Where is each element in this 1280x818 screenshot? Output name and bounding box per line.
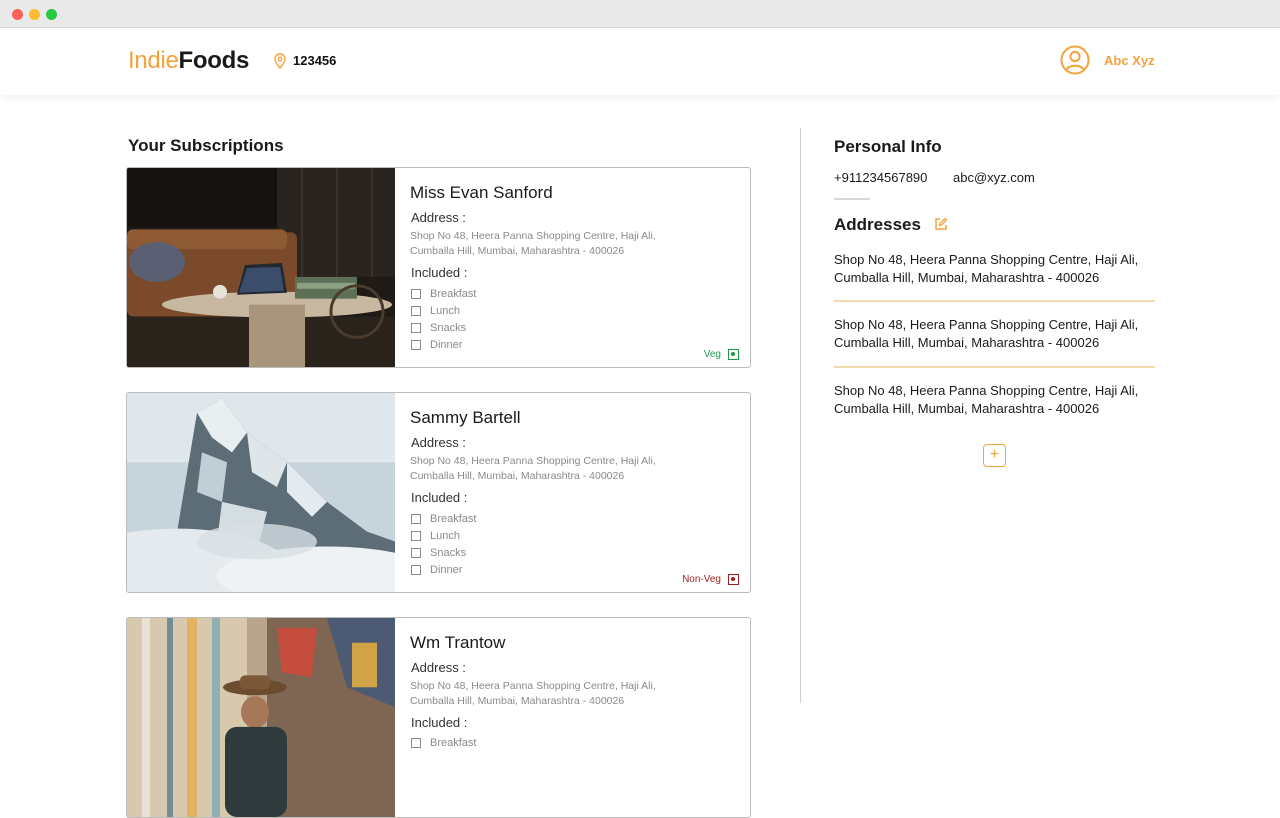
included-label: Included : (411, 490, 468, 505)
diet-badge: Non-Veg (682, 574, 739, 585)
checkbox[interactable] (411, 289, 421, 299)
meal-option-dinner[interactable]: Dinner (411, 339, 462, 351)
checkbox[interactable] (411, 531, 421, 541)
checkbox[interactable] (411, 340, 421, 350)
add-address-button[interactable]: + (983, 444, 1006, 467)
addresses-heading: Addresses (834, 215, 921, 234)
email-address: abc@xyz.com (953, 170, 1035, 185)
subscription-address: Shop No 48, Heera Panna Shopping Centre,… (410, 680, 656, 707)
checkbox[interactable] (411, 306, 421, 316)
subscription-address: Shop No 48, Heera Panna Shopping Centre,… (410, 455, 656, 482)
maximize-window-button[interactable] (46, 9, 57, 20)
meal-option-breakfast[interactable]: Breakfast (411, 288, 476, 300)
checkbox[interactable] (411, 565, 421, 575)
subscription-card[interactable]: Sammy Bartell Address : Shop No 48, Heer… (126, 392, 751, 593)
user-name-link[interactable]: Abc Xyz (1104, 53, 1155, 68)
checkbox[interactable] (411, 323, 421, 333)
subscriptions-heading: Your Subscriptions (128, 136, 284, 155)
saved-address-item[interactable]: Shop No 48, Heera Panna Shopping Centre,… (834, 251, 1156, 287)
meal-option-lunch[interactable]: Lunch (411, 305, 460, 317)
minimize-window-button[interactable] (29, 9, 40, 20)
checkbox[interactable] (411, 548, 421, 558)
user-avatar-icon[interactable] (1060, 45, 1090, 75)
subscription-image-market (127, 618, 395, 817)
non-veg-symbol-icon (728, 574, 739, 585)
vertical-divider (800, 128, 801, 703)
subscriber-name: Sammy Bartell (410, 408, 521, 427)
saved-address-item[interactable]: Shop No 48, Heera Panna Shopping Centre,… (834, 382, 1156, 418)
included-label: Included : (411, 715, 468, 730)
veg-symbol-icon (728, 349, 739, 360)
meal-option-lunch[interactable]: Lunch (411, 530, 460, 542)
included-label: Included : (411, 265, 468, 280)
location-pin-icon (274, 53, 286, 69)
address-label: Address : (411, 210, 466, 225)
meal-option-breakfast[interactable]: Breakfast (411, 737, 476, 749)
saved-address-item[interactable]: Shop No 48, Heera Panna Shopping Centre,… (834, 316, 1156, 352)
close-window-button[interactable] (12, 9, 23, 20)
subscription-card[interactable]: Wm Trantow Address : Shop No 48, Heera P… (126, 617, 751, 818)
personal-info-heading: Personal Info (834, 137, 942, 156)
subscriber-name: Miss Evan Sanford (410, 183, 553, 202)
pincode-text[interactable]: 123456 (293, 53, 336, 68)
address-label: Address : (411, 435, 466, 450)
subscription-address: Shop No 48, Heera Panna Shopping Centre,… (410, 230, 656, 257)
window-titlebar (0, 0, 1280, 28)
subscription-image-mountain (127, 393, 395, 592)
meal-option-breakfast[interactable]: Breakfast (411, 513, 476, 525)
meal-option-snacks[interactable]: Snacks (411, 322, 466, 334)
subscription-image-living-room (127, 168, 395, 367)
checkbox[interactable] (411, 514, 421, 524)
top-navbar: IndieFoods 123456 Abc Xyz (0, 28, 1280, 95)
phone-number: +911234567890 (834, 170, 928, 185)
address-separator (834, 300, 1155, 302)
edit-icon[interactable] (934, 217, 948, 231)
address-separator (834, 366, 1155, 368)
subscription-card[interactable]: Miss Evan Sanford Address : Shop No 48, … (126, 167, 751, 368)
diet-badge: Veg (704, 349, 739, 360)
subscriber-name: Wm Trantow (410, 633, 506, 652)
address-label: Address : (411, 660, 466, 675)
meal-option-snacks[interactable]: Snacks (411, 547, 466, 559)
brand-logo[interactable]: IndieFoods (128, 47, 249, 75)
meal-option-dinner[interactable]: Dinner (411, 564, 462, 576)
divider (834, 198, 870, 200)
